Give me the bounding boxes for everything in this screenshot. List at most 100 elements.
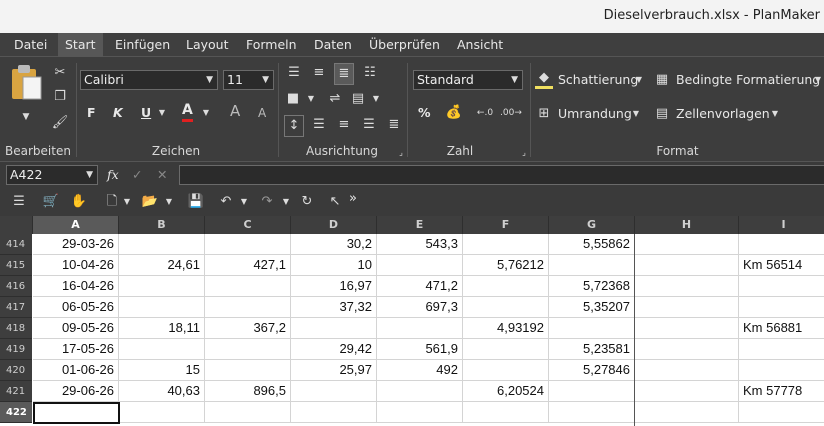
- cell-layout-dropdown-icon[interactable]: ▼: [370, 89, 382, 109]
- border-dropdown-icon[interactable]: ▼: [630, 104, 642, 124]
- cell-b414[interactable]: [119, 234, 205, 255]
- cell-d419[interactable]: 29,42: [291, 339, 377, 360]
- save-icon[interactable]: 💾: [186, 192, 206, 212]
- cell-f421[interactable]: 6,20524: [463, 381, 549, 402]
- cell-i421[interactable]: Km 57778: [739, 381, 824, 402]
- column-header-a[interactable]: A: [33, 216, 119, 234]
- menu-hamburger-icon[interactable]: ☰: [9, 192, 29, 212]
- cell-e421[interactable]: [377, 381, 463, 402]
- cell-c416[interactable]: [205, 276, 291, 297]
- cell-layout-icon[interactable]: ▤: [349, 89, 367, 109]
- align-middle-icon[interactable]: ≡: [309, 63, 329, 83]
- cell-g422[interactable]: [549, 402, 635, 423]
- cut-icon[interactable]: ✂: [50, 63, 70, 83]
- cell-f422[interactable]: [463, 402, 549, 423]
- spreadsheet-grid[interactable]: A B C D E F G H I 414 29-03-26 30,2 543,3 5,…: [0, 216, 824, 426]
- font-name-combo[interactable]: Calibri ▼: [80, 70, 218, 90]
- cell-i414[interactable]: [739, 234, 824, 255]
- cell-styles-button[interactable]: Zellenvorlagen: [676, 104, 770, 124]
- more-tools-button[interactable]: »: [349, 189, 357, 209]
- align-justify-icon[interactable]: ≣: [384, 115, 404, 135]
- shrink-font-button[interactable]: A: [258, 103, 266, 123]
- open-dropdown-icon[interactable]: ▼: [163, 192, 175, 212]
- new-dropdown-icon[interactable]: ▼: [121, 192, 133, 212]
- select-all-corner[interactable]: [0, 216, 33, 234]
- cell-a419[interactable]: 17-05-26: [33, 339, 119, 360]
- cell-h415[interactable]: [635, 255, 739, 276]
- cell-i418[interactable]: Km 56881: [739, 318, 824, 339]
- column-header-i[interactable]: I: [739, 216, 824, 234]
- cell-c422[interactable]: [205, 402, 291, 423]
- cell-a418[interactable]: 09-05-26: [33, 318, 119, 339]
- shading-dropdown-icon[interactable]: ▼: [633, 70, 645, 90]
- cell-d415[interactable]: 10: [291, 255, 377, 276]
- cell-e416[interactable]: 471,2: [377, 276, 463, 297]
- new-document-icon[interactable]: 🗋: [104, 192, 120, 212]
- menu-layout[interactable]: Layout: [179, 33, 236, 57]
- conditional-format-button[interactable]: Bedingte Formatierung: [676, 70, 820, 90]
- cell-c415[interactable]: 427,1: [205, 255, 291, 276]
- cell-b417[interactable]: [119, 297, 205, 318]
- cell-f418[interactable]: 4,93192: [463, 318, 549, 339]
- row-header[interactable]: 422: [0, 402, 32, 423]
- cell-b422[interactable]: [119, 402, 205, 423]
- column-header-h[interactable]: H: [635, 216, 739, 234]
- cell-a414[interactable]: 29-03-26: [33, 234, 119, 255]
- cart-icon[interactable]: 🛒: [41, 192, 61, 212]
- cell-d420[interactable]: 25,97: [291, 360, 377, 381]
- redo-icon[interactable]: ↷: [257, 192, 277, 212]
- cell-g417[interactable]: 5,35207: [549, 297, 635, 318]
- cell-b420[interactable]: 15: [119, 360, 205, 381]
- bold-button[interactable]: F: [87, 103, 96, 123]
- cell-h420[interactable]: [635, 360, 739, 381]
- undo-icon[interactable]: ↶: [216, 192, 236, 212]
- menu-ansicht[interactable]: Ansicht: [450, 33, 510, 57]
- column-header-g[interactable]: G: [549, 216, 635, 234]
- formula-input[interactable]: [179, 165, 824, 185]
- column-header-d[interactable]: D: [291, 216, 377, 234]
- cell-e417[interactable]: 697,3: [377, 297, 463, 318]
- cell-b418[interactable]: 18,11: [119, 318, 205, 339]
- cell-a421[interactable]: 29-06-26: [33, 381, 119, 402]
- number-format-combo[interactable]: Standard ▼: [413, 70, 523, 90]
- cell-f416[interactable]: [463, 276, 549, 297]
- cell-e419[interactable]: 561,9: [377, 339, 463, 360]
- cell-i416[interactable]: [739, 276, 824, 297]
- cell-e420[interactable]: 492: [377, 360, 463, 381]
- font-size-combo[interactable]: 11 ▼: [223, 70, 274, 90]
- copy-icon[interactable]: ❐: [50, 87, 70, 107]
- cell-e414[interactable]: 543,3: [377, 234, 463, 255]
- cell-b421[interactable]: 40,63: [119, 381, 205, 402]
- cell-f417[interactable]: [463, 297, 549, 318]
- redo-dropdown-icon[interactable]: ▼: [280, 192, 292, 212]
- cell-d421[interactable]: [291, 381, 377, 402]
- cell-a415[interactable]: 10-04-26: [33, 255, 119, 276]
- cell-g416[interactable]: 5,72368: [549, 276, 635, 297]
- cell-h421[interactable]: [635, 381, 739, 402]
- currency-icon[interactable]: 💰: [443, 103, 465, 123]
- row-header[interactable]: 415: [0, 255, 32, 276]
- merge-dropdown-icon[interactable]: ▼: [305, 89, 317, 109]
- row-header[interactable]: 421: [0, 381, 32, 402]
- menu-formeln[interactable]: Formeln: [239, 33, 304, 57]
- text-direction-icon[interactable]: ↕: [284, 115, 304, 137]
- cell-styles-dropdown-icon[interactable]: ▼: [769, 104, 781, 124]
- cell-g420[interactable]: 5,27846: [549, 360, 635, 381]
- cell-f415[interactable]: 5,76212: [463, 255, 549, 276]
- cell-a417[interactable]: 06-05-26: [33, 297, 119, 318]
- cell-g414[interactable]: 5,55862: [549, 234, 635, 255]
- cell-styles-icon[interactable]: ▤: [653, 104, 671, 124]
- align-bottom-icon[interactable]: ≣: [334, 63, 354, 85]
- cell-g415[interactable]: [549, 255, 635, 276]
- cell-c418[interactable]: 367,2: [205, 318, 291, 339]
- align-right-icon[interactable]: ☰: [359, 115, 379, 135]
- menu-start[interactable]: Start: [58, 33, 103, 57]
- menu-ueberpruefen[interactable]: Überprüfen: [362, 33, 447, 57]
- touch-mode-icon[interactable]: ✋: [69, 192, 89, 212]
- grow-font-button[interactable]: A: [230, 101, 240, 121]
- row-header[interactable]: 414: [0, 234, 32, 255]
- paste-dropdown-icon[interactable]: ▼: [16, 107, 36, 127]
- dialog-launcher-icon[interactable]: ⌟: [396, 143, 406, 163]
- column-header-e[interactable]: E: [377, 216, 463, 234]
- decrease-decimal-icon[interactable]: .00→: [500, 103, 522, 123]
